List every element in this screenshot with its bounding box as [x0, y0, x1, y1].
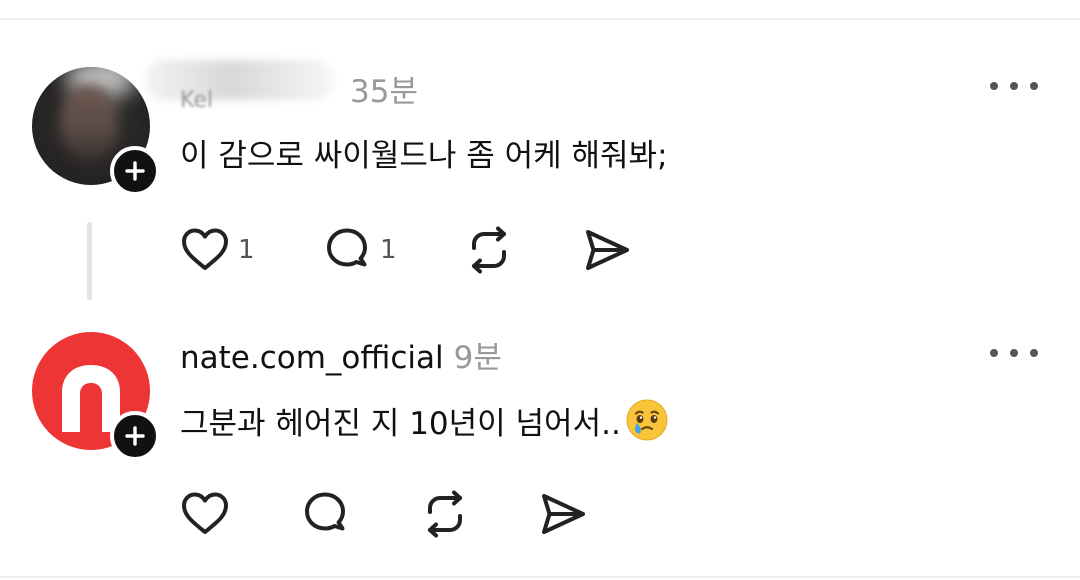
more-options-button[interactable] [990, 76, 1038, 96]
more-options-button[interactable] [990, 343, 1038, 363]
more-icon [990, 82, 998, 90]
more-icon [990, 349, 998, 357]
like-button[interactable]: 1 [178, 222, 255, 278]
repost-icon [472, 226, 506, 274]
face-holding-back-tears-emoji [626, 399, 668, 441]
post-time: 35분 [350, 74, 418, 110]
share-icon [542, 494, 585, 534]
post-text: 그분과 헤어진 지 10년이 넘어서.. [180, 405, 621, 442]
reply-button[interactable] [298, 486, 352, 542]
repost-button[interactable] [462, 222, 516, 278]
heart-icon [182, 228, 228, 270]
heart-icon [182, 492, 228, 534]
post-text: 이 감으로 싸이월드나 좀 어케 해줘봐; [180, 137, 668, 174]
reply-count: 1 [380, 235, 397, 265]
username[interactable]: Kel [144, 60, 340, 113]
post-1: Kel 35분 이 감으로 싸이월드나 좀 어케 해줘봐; 1 1 [0, 0, 1080, 310]
share-icon [586, 230, 629, 270]
post-time: 9분 [453, 340, 502, 376]
comment-icon [327, 228, 367, 267]
post-text-container: 그분과 헤어진 지 10년이 넘어서.. [180, 396, 669, 444]
follow-plus-icon [125, 161, 145, 181]
comment-icon [305, 492, 345, 531]
like-count: 1 [238, 235, 255, 265]
like-button[interactable] [178, 486, 232, 542]
follow-button[interactable] [110, 411, 160, 461]
bottom-divider [0, 576, 1080, 578]
repost-button[interactable] [418, 486, 472, 542]
follow-button[interactable] [110, 146, 160, 196]
username[interactable]: nate.com_official [180, 340, 444, 376]
share-button[interactable] [536, 486, 590, 542]
reply-button[interactable]: 1 [320, 222, 397, 278]
share-button[interactable] [580, 222, 634, 278]
repost-icon [428, 490, 462, 538]
follow-plus-icon [125, 426, 145, 446]
